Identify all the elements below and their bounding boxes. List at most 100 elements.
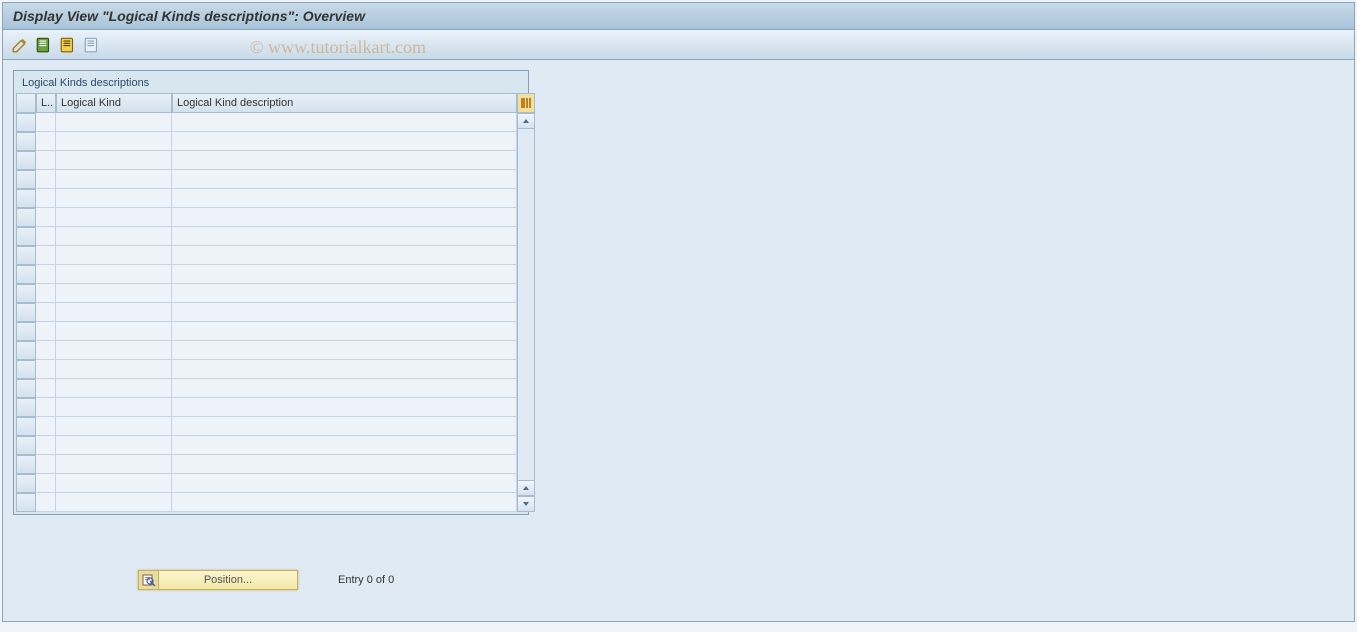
cell-kind[interactable] bbox=[56, 284, 172, 303]
table-row[interactable] bbox=[16, 436, 517, 455]
cell-kind[interactable] bbox=[56, 417, 172, 436]
row-selector[interactable] bbox=[16, 436, 36, 455]
row-selector[interactable] bbox=[16, 284, 36, 303]
cell-kind[interactable] bbox=[56, 265, 172, 284]
cell-kind[interactable] bbox=[56, 436, 172, 455]
position-button[interactable]: Position... bbox=[138, 570, 298, 590]
cell-lang[interactable] bbox=[36, 246, 56, 265]
row-selector[interactable] bbox=[16, 341, 36, 360]
table-row[interactable] bbox=[16, 189, 517, 208]
row-selector[interactable] bbox=[16, 493, 36, 512]
table-row[interactable] bbox=[16, 493, 517, 512]
cell-kind[interactable] bbox=[56, 208, 172, 227]
cell-kind[interactable] bbox=[56, 493, 172, 512]
column-header-selector[interactable] bbox=[16, 93, 36, 113]
cell-kind[interactable] bbox=[56, 113, 172, 132]
cell-desc[interactable] bbox=[172, 379, 517, 398]
cell-lang[interactable] bbox=[36, 284, 56, 303]
table-row[interactable] bbox=[16, 208, 517, 227]
cell-desc[interactable] bbox=[172, 341, 517, 360]
table-row[interactable] bbox=[16, 151, 517, 170]
row-selector[interactable] bbox=[16, 151, 36, 170]
row-selector[interactable] bbox=[16, 474, 36, 493]
table-row[interactable] bbox=[16, 341, 517, 360]
cell-lang[interactable] bbox=[36, 493, 56, 512]
table-row[interactable] bbox=[16, 246, 517, 265]
select-all-icon[interactable] bbox=[35, 36, 53, 54]
row-selector[interactable] bbox=[16, 360, 36, 379]
table-row[interactable] bbox=[16, 132, 517, 151]
cell-lang[interactable] bbox=[36, 132, 56, 151]
cell-lang[interactable] bbox=[36, 189, 56, 208]
table-row[interactable] bbox=[16, 322, 517, 341]
table-row[interactable] bbox=[16, 113, 517, 132]
cell-lang[interactable] bbox=[36, 227, 56, 246]
row-selector[interactable] bbox=[16, 227, 36, 246]
cell-desc[interactable] bbox=[172, 417, 517, 436]
row-selector[interactable] bbox=[16, 189, 36, 208]
cell-desc[interactable] bbox=[172, 398, 517, 417]
cell-desc[interactable] bbox=[172, 246, 517, 265]
row-selector[interactable] bbox=[16, 132, 36, 151]
cell-kind[interactable] bbox=[56, 341, 172, 360]
cell-lang[interactable] bbox=[36, 113, 56, 132]
cell-kind[interactable] bbox=[56, 132, 172, 151]
table-row[interactable] bbox=[16, 227, 517, 246]
cell-lang[interactable] bbox=[36, 398, 56, 417]
cell-kind[interactable] bbox=[56, 379, 172, 398]
cell-desc[interactable] bbox=[172, 493, 517, 512]
table-config-button[interactable] bbox=[517, 93, 535, 113]
cell-lang[interactable] bbox=[36, 379, 56, 398]
scroll-track[interactable] bbox=[517, 129, 535, 480]
cell-lang[interactable] bbox=[36, 436, 56, 455]
cell-desc[interactable] bbox=[172, 170, 517, 189]
cell-lang[interactable] bbox=[36, 303, 56, 322]
column-header-lang[interactable]: L.. bbox=[36, 93, 56, 113]
cell-lang[interactable] bbox=[36, 474, 56, 493]
row-selector[interactable] bbox=[16, 246, 36, 265]
row-selector[interactable] bbox=[16, 303, 36, 322]
cell-desc[interactable] bbox=[172, 227, 517, 246]
column-header-kind[interactable]: Logical Kind bbox=[56, 93, 172, 113]
select-block-icon[interactable] bbox=[59, 36, 77, 54]
cell-kind[interactable] bbox=[56, 398, 172, 417]
cell-desc[interactable] bbox=[172, 474, 517, 493]
cell-kind[interactable] bbox=[56, 322, 172, 341]
scroll-up2-icon[interactable] bbox=[517, 480, 535, 496]
cell-desc[interactable] bbox=[172, 284, 517, 303]
table-row[interactable] bbox=[16, 284, 517, 303]
row-selector[interactable] bbox=[16, 379, 36, 398]
cell-desc[interactable] bbox=[172, 113, 517, 132]
table-row[interactable] bbox=[16, 360, 517, 379]
cell-desc[interactable] bbox=[172, 208, 517, 227]
cell-desc[interactable] bbox=[172, 436, 517, 455]
table-row[interactable] bbox=[16, 303, 517, 322]
row-selector[interactable] bbox=[16, 208, 36, 227]
cell-kind[interactable] bbox=[56, 151, 172, 170]
row-selector[interactable] bbox=[16, 417, 36, 436]
row-selector[interactable] bbox=[16, 398, 36, 417]
cell-desc[interactable] bbox=[172, 265, 517, 284]
table-row[interactable] bbox=[16, 455, 517, 474]
deselect-all-icon[interactable] bbox=[83, 36, 101, 54]
cell-lang[interactable] bbox=[36, 341, 56, 360]
cell-desc[interactable] bbox=[172, 360, 517, 379]
column-header-desc[interactable]: Logical Kind description bbox=[172, 93, 517, 113]
cell-lang[interactable] bbox=[36, 455, 56, 474]
cell-lang[interactable] bbox=[36, 170, 56, 189]
cell-lang[interactable] bbox=[36, 208, 56, 227]
cell-kind[interactable] bbox=[56, 189, 172, 208]
cell-kind[interactable] bbox=[56, 227, 172, 246]
cell-lang[interactable] bbox=[36, 322, 56, 341]
cell-desc[interactable] bbox=[172, 322, 517, 341]
table-row[interactable] bbox=[16, 265, 517, 284]
table-row[interactable] bbox=[16, 398, 517, 417]
cell-desc[interactable] bbox=[172, 455, 517, 474]
cell-desc[interactable] bbox=[172, 189, 517, 208]
scroll-up-icon[interactable] bbox=[517, 113, 535, 129]
cell-kind[interactable] bbox=[56, 246, 172, 265]
row-selector[interactable] bbox=[16, 170, 36, 189]
cell-lang[interactable] bbox=[36, 360, 56, 379]
cell-lang[interactable] bbox=[36, 417, 56, 436]
row-selector[interactable] bbox=[16, 265, 36, 284]
